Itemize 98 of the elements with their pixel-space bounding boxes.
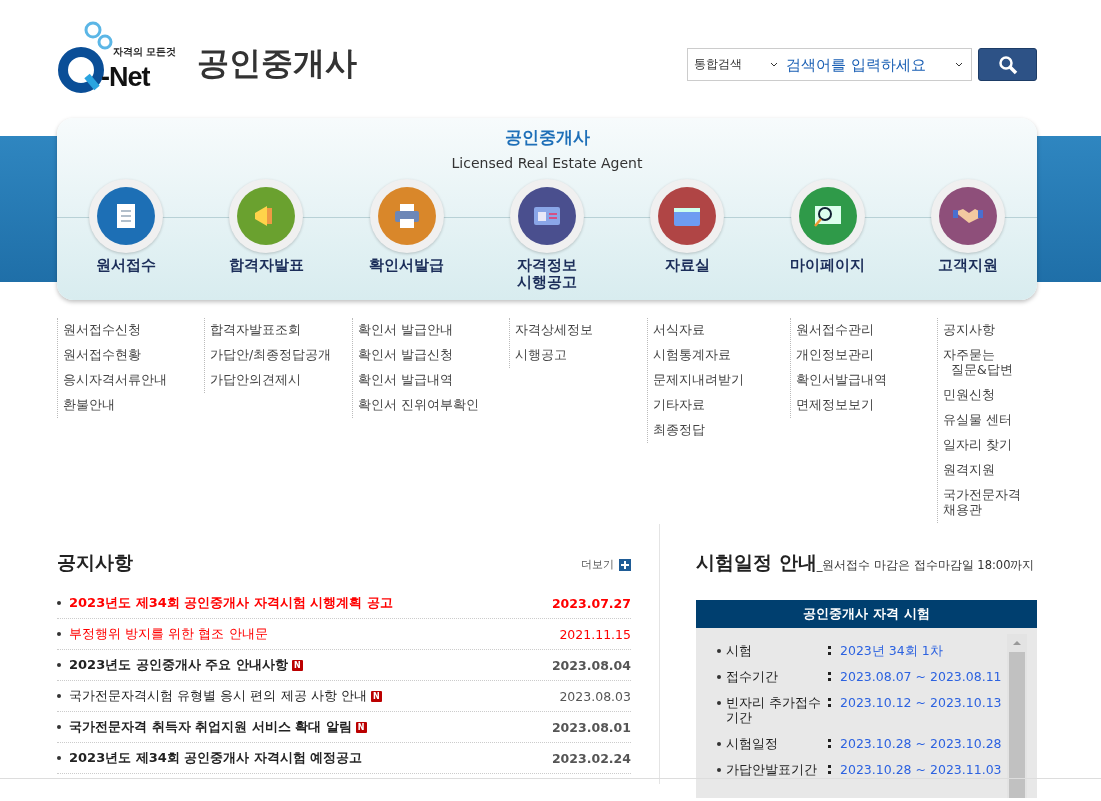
bullet-icon (57, 632, 61, 636)
submenu-link[interactable]: 확인서 발급내역 (358, 368, 509, 393)
submenu-link[interactable]: 공지사항 (943, 318, 1037, 343)
submenu-link[interactable]: 면제정보보기 (796, 393, 937, 418)
bullet-icon (57, 663, 61, 667)
submenu-link[interactable]: 문제지내려받기 (653, 368, 790, 393)
nav-menu-item[interactable]: 확인서발급 (351, 181, 462, 291)
caret-icon (955, 62, 963, 67)
schedule-label: 가답안발표기간 (716, 762, 828, 777)
logo-tagline: 자격의 모든것 (113, 45, 177, 59)
nav-menu-item[interactable]: 고객지원 (912, 181, 1023, 291)
bullet-icon (57, 694, 61, 698)
schedule-label: 시험일정 (716, 736, 828, 751)
submenu-link[interactable]: 확인서 진위여부확인 (358, 393, 509, 418)
bullet-icon (57, 725, 61, 729)
submenu-link[interactable]: 원서접수관리 (796, 318, 937, 343)
menu-icon (237, 187, 296, 245)
search-scope-dropdown[interactable]: 통합검색 (688, 56, 784, 73)
submenu-link[interactable]: 유실물 센터 (943, 408, 1037, 433)
bullet-icon (57, 601, 61, 605)
schedule-value: 2023.10.28 ~ 2023.10.28 (840, 736, 1002, 751)
menu-icon (938, 187, 997, 245)
site-title: 공인중개사 (197, 43, 357, 84)
colon-icon (828, 646, 831, 655)
schedule-value: 2023.08.07 ~ 2023.08.11 (840, 669, 1002, 684)
submenu-link[interactable]: 일자리 찾기 (943, 433, 1037, 458)
submenu-link[interactable]: 확인서발급내역 (796, 368, 937, 393)
submenu-link[interactable]: 시행공고 (515, 343, 647, 368)
notice-date: 2023.07.27 (551, 595, 631, 611)
plus-icon (619, 558, 631, 571)
section-title: 공지사항 (57, 550, 133, 575)
submenu-link[interactable]: 자주묻는 질문&답변 (943, 343, 1037, 383)
submenu-link[interactable]: 자격상세정보 (515, 318, 647, 343)
submenu-link[interactable]: 원격지원 (943, 458, 1037, 483)
new-badge: N (291, 659, 303, 671)
schedule-value: 2023년 34회 1차 (840, 643, 943, 658)
notice-link[interactable]: 2023년도 제34회 공인중개사 자격시험 시행계획 공고 (69, 594, 393, 612)
menu-icon (97, 187, 155, 245)
submenu-link[interactable]: 개인정보관리 (796, 343, 937, 368)
nav-menu-item[interactable]: 자격정보 시행공고 (492, 181, 602, 291)
search-icon (997, 54, 1018, 75)
submenu-link[interactable]: 국가전문자격 채용관 (943, 483, 1037, 523)
scrollbar[interactable] (1007, 634, 1027, 798)
nav-subtitle: Licensed Real Estate Agent (451, 155, 643, 171)
schedule-value: 2023.10.12 ~ 2023.10.13 (840, 695, 1002, 712)
colon-icon (828, 739, 831, 748)
nav-menu-item[interactable]: 합격자발표 (211, 181, 322, 291)
notice-date: 2023.02.24 (551, 750, 631, 766)
submenu-link[interactable]: 가답안의견제시 (210, 368, 352, 393)
schedule-label: 시험 (716, 643, 828, 658)
menu-icon (798, 187, 857, 245)
nav-menu-item[interactable]: 자료실 (632, 181, 743, 291)
notice-date: 2021.11.15 (559, 626, 631, 642)
nav-title: 공인중개사 (504, 126, 590, 149)
notice-date: 2023.08.03 (559, 688, 631, 704)
notice-link[interactable]: 국가전문자격시험 유형별 응시 편의 제공 사항 안내 (69, 687, 367, 705)
nav-menu-item[interactable]: 마이페이지 (772, 181, 883, 291)
schedule-note: _원서접수 마감은 접수마감일 18:00까지 (816, 558, 1035, 573)
schedule-label: 접수기간 (716, 669, 828, 684)
notice-date: 2023.08.01 (551, 719, 631, 735)
caret-icon (770, 62, 778, 67)
submenu-link[interactable]: 확인서 발급신청 (358, 343, 509, 368)
menu-icon (377, 187, 436, 245)
menu-icon (658, 187, 717, 245)
submenu-link[interactable]: 민원신청 (943, 383, 1037, 408)
new-badge: N (370, 690, 382, 702)
bullet-icon (57, 756, 61, 760)
submenu-link[interactable]: 원서접수신청 (63, 318, 204, 343)
submenu-link[interactable]: 기타자료 (653, 393, 790, 418)
submenu-link[interactable]: 원서접수현황 (63, 343, 204, 368)
section-title: 시험일정 안내 (696, 550, 817, 575)
notice-link[interactable]: 국가전문자격 취득자 취업지원 서비스 확대 알림 (69, 718, 352, 736)
notice-link[interactable]: 부정행위 방지를 위한 협조 안내문 (69, 625, 268, 643)
submenu-link[interactable]: 최종정답 (653, 418, 790, 443)
colon-icon (828, 672, 831, 681)
submenu-link[interactable]: 가답안/최종정답공개 (210, 343, 352, 368)
submenu-link[interactable]: 합격자발표조회 (210, 318, 352, 343)
submenu-link[interactable]: 응시자격서류안내 (63, 368, 204, 393)
submenu-link[interactable]: 시험통계자료 (653, 343, 790, 368)
schedule-label: 빈자리 추가접수 기간 (716, 695, 828, 725)
site-logo[interactable]: 자격의 모든것 -Net (57, 18, 187, 94)
search-button[interactable] (978, 48, 1037, 81)
notice-link[interactable]: 2023년도 제34회 공인중개사 자격시험 예정공고 (69, 749, 363, 767)
notice-link[interactable]: 2023년도 공인중개사 주요 안내사항 (69, 656, 288, 674)
colon-icon (828, 698, 831, 707)
more-link[interactable]: 더보기 (581, 557, 631, 572)
colon-icon (828, 765, 831, 774)
search-field[interactable]: 통합검색 검색어를 입력하세요 (687, 48, 972, 81)
nav-menu-item[interactable]: 원서접수 (71, 181, 181, 291)
schedule-value: 2023.10.28 ~ 2023.11.03 (840, 762, 1002, 777)
schedule-header: 공인중개사 자격 시험 (696, 600, 1037, 628)
notice-date: 2023.08.04 (551, 657, 631, 673)
logo-text: -Net (101, 62, 150, 93)
submenu-link[interactable]: 서식자료 (653, 318, 790, 343)
submenu-link[interactable]: 확인서 발급안내 (358, 318, 509, 343)
menu-icon (518, 187, 576, 245)
submenu-link[interactable]: 환불안내 (63, 393, 204, 418)
new-badge: N (355, 721, 367, 733)
